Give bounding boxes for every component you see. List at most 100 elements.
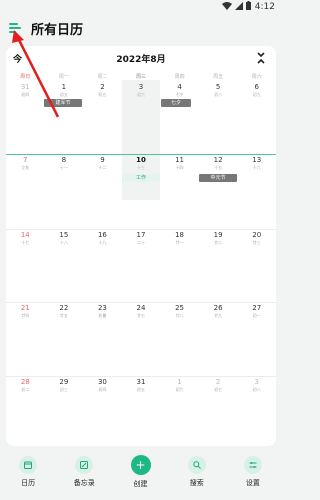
- day-cell[interactable]: 15 十八: [45, 231, 84, 251]
- day-lunar: 七夕: [175, 92, 184, 97]
- day-cell[interactable]: 19 廿二: [199, 231, 238, 251]
- day-lunar: 初五: [59, 92, 68, 97]
- day-lunar: 初一: [252, 313, 261, 318]
- nav-search[interactable]: 搜索: [169, 452, 225, 500]
- event-zhongyuan[interactable]: 中元节: [199, 174, 237, 182]
- day-cell[interactable]: 28 初二: [6, 378, 45, 398]
- signal-icon: [235, 1, 243, 10]
- nav-memo[interactable]: 备忘录: [56, 452, 112, 500]
- weekday-label: 周二: [97, 74, 108, 80]
- day-lunar: 十五: [214, 165, 223, 170]
- nav-calendar[interactable]: 日历: [0, 452, 56, 500]
- day-cell[interactable]: 24 廿七: [122, 304, 161, 324]
- day-number: 16: [97, 231, 107, 239]
- day-cell[interactable]: 3 初六: [122, 83, 161, 103]
- day-cell[interactable]: 31 初四: [6, 83, 45, 103]
- day-lunar: 初八: [252, 387, 261, 392]
- day-number: 7: [23, 156, 28, 164]
- day-lunar: 十三: [136, 165, 145, 170]
- event-qixi[interactable]: 七夕: [161, 99, 191, 107]
- wifi-icon: [222, 1, 232, 10]
- nav-settings[interactable]: 设置: [225, 452, 281, 500]
- day-cell[interactable]: 6 初九: [237, 83, 276, 103]
- day-cell[interactable]: 2 初五: [83, 83, 122, 103]
- day-number: 18: [175, 231, 185, 239]
- day-cell[interactable]: 12 十五: [199, 156, 238, 176]
- day-cell[interactable]: 3 初八: [237, 378, 276, 398]
- nav-create[interactable]: + 创建: [112, 452, 168, 500]
- page-title: 所有日历: [31, 23, 84, 38]
- day-cell[interactable]: 11 十四: [160, 156, 199, 176]
- day-number: 12: [213, 156, 223, 164]
- day-number: 1: [61, 83, 67, 91]
- day-cell[interactable]: 7 立秋: [6, 156, 45, 176]
- day-lunar: 十九: [98, 240, 107, 245]
- menu-icon[interactable]: [9, 21, 23, 35]
- month-title[interactable]: 2022年8月: [6, 52, 276, 65]
- day-lunar: 初五: [98, 92, 107, 97]
- day-cell[interactable]: 13 十六: [237, 156, 276, 176]
- day-lunar: 十六: [252, 165, 261, 170]
- weekday-label: 周五: [213, 74, 224, 80]
- day-number: 14: [20, 231, 30, 239]
- day-lunar: 初四: [21, 92, 30, 97]
- day-number: 11: [175, 156, 185, 164]
- day-lunar: 廿二: [214, 240, 223, 245]
- day-cell[interactable]: 26 廿九: [199, 304, 238, 324]
- plus-icon: +: [130, 455, 151, 475]
- day-cell[interactable]: 20 廿三: [237, 231, 276, 251]
- day-cell[interactable]: 27 初一: [237, 304, 276, 324]
- weekday-label: 周一: [58, 74, 69, 80]
- status-bar: 4:12: [0, 0, 281, 14]
- day-lunar: 初六: [175, 387, 184, 392]
- weekday-label: 周六: [251, 74, 262, 80]
- bottom-nav: 日历 备忘录 + 创建 搜索 设置: [0, 452, 281, 500]
- status-icons: [222, 1, 251, 10]
- week-divider: [6, 302, 276, 303]
- day-cell[interactable]: 29 初三: [45, 378, 84, 398]
- day-lunar: 廿四: [21, 313, 30, 318]
- day-lunar: 立秋: [21, 165, 30, 170]
- day-number: 29: [59, 378, 69, 386]
- day-cell[interactable]: 1 初六: [160, 378, 199, 398]
- day-cell[interactable]: 23 处暑: [83, 304, 122, 324]
- day-lunar: 廿七: [136, 313, 145, 318]
- day-cell[interactable]: 30 初四: [83, 378, 122, 398]
- day-cell[interactable]: 9 十二: [83, 156, 122, 176]
- day-cell[interactable]: 31 初五: [122, 378, 161, 398]
- day-cell[interactable]: 25 廿八: [160, 304, 199, 324]
- day-cell[interactable]: 22 廿五: [45, 304, 84, 324]
- current-week-line: [6, 154, 276, 155]
- event-work[interactable]: 工作: [122, 174, 160, 182]
- event-jianjun[interactable]: 建军节: [44, 99, 82, 107]
- nav-label: 日历: [21, 479, 36, 487]
- day-cell[interactable]: 17 二十: [122, 231, 161, 251]
- week-divider: [6, 376, 276, 377]
- day-lunar: 处暑: [98, 313, 107, 318]
- day-number: 24: [136, 304, 146, 312]
- day-cell[interactable]: 2 初七: [199, 378, 238, 398]
- nav-label: 搜索: [189, 479, 204, 487]
- day-number: 17: [136, 231, 146, 239]
- weekday-label: 周日: [20, 74, 31, 80]
- day-number: 23: [97, 304, 107, 312]
- day-lunar: 廿八: [175, 313, 184, 318]
- day-number: 22: [59, 304, 69, 312]
- header: 所有日历: [0, 14, 281, 44]
- day-number: 4: [177, 83, 182, 91]
- collapse-icon[interactable]: [256, 52, 266, 64]
- day-lunar: 廿一: [175, 240, 184, 245]
- day-cell[interactable]: 18 廿一: [160, 231, 199, 251]
- battery-icon: [246, 1, 251, 10]
- day-cell[interactable]: 5 初八: [199, 83, 238, 103]
- week-divider: [6, 229, 276, 230]
- day-number: 5: [215, 83, 221, 91]
- day-cell[interactable]: 16 十九: [83, 231, 122, 251]
- day-cell[interactable]: 10 十三: [122, 156, 161, 176]
- day-lunar: 初二: [21, 387, 30, 392]
- day-cell[interactable]: 21 廿四: [6, 304, 45, 324]
- day-number: 10: [136, 156, 146, 164]
- day-cell[interactable]: 8 十一: [45, 156, 84, 176]
- day-lunar: 廿三: [252, 240, 261, 245]
- day-cell[interactable]: 14 十七: [6, 231, 45, 251]
